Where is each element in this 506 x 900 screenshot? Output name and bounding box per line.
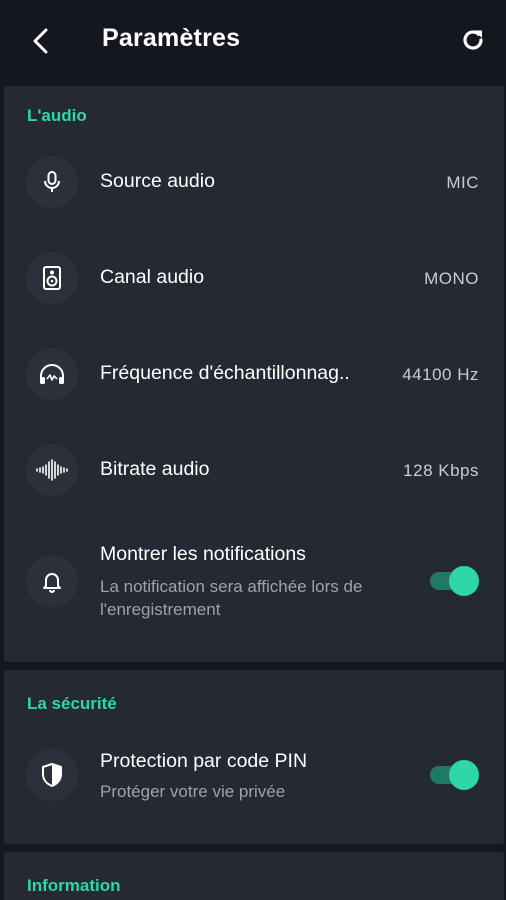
setting-label: Source audio: [100, 170, 215, 192]
headphones-icon: [26, 348, 78, 400]
setting-value: MIC: [446, 173, 479, 192]
pin-protection-toggle[interactable]: [430, 760, 479, 790]
setting-description: La notification sera affichée lors de: [100, 577, 363, 596]
information-section: Information: [4, 852, 504, 900]
setting-label: Bitrate audio: [100, 458, 210, 480]
speaker-icon: [26, 252, 78, 304]
setting-label: Canal audio: [100, 266, 205, 288]
shield-icon: [26, 749, 78, 801]
setting-row-pin-protection[interactable]: Protection par code PIN Protéger votre v…: [4, 748, 504, 804]
setting-description: Protéger votre vie privée: [100, 782, 286, 801]
section-title-audio: L'audio: [27, 106, 87, 125]
bell-icon: [26, 555, 78, 607]
security-section: La sécurité Protection par code PIN Prot…: [4, 670, 504, 844]
section-title-security: La sécurité: [27, 694, 117, 713]
setting-value: 44100 Hz: [402, 365, 479, 384]
setting-row-notifications[interactable]: Montrer les notifications La notificatio…: [4, 541, 504, 621]
setting-row-audio-source[interactable]: Source audio MIC: [4, 156, 504, 208]
setting-description: l'enregistrement: [100, 600, 221, 619]
waveform-icon: [26, 444, 78, 496]
refresh-button[interactable]: [455, 22, 491, 58]
audio-section: L'audio Source audio MIC Canal audio MON…: [4, 86, 504, 662]
page-title: Paramètres: [102, 24, 241, 52]
setting-value: MONO: [424, 269, 479, 288]
setting-label: Fréquence d'échantillonnag..: [100, 362, 350, 384]
microphone-icon: [26, 156, 78, 208]
toggle-knob: [449, 566, 479, 596]
toggle-knob: [449, 760, 479, 790]
setting-row-sample-rate[interactable]: Fréquence d'échantillonnag.. 44100 Hz: [4, 348, 504, 400]
back-button[interactable]: [22, 22, 60, 60]
setting-row-bitrate[interactable]: Bitrate audio 128 Kbps: [4, 444, 504, 496]
setting-row-audio-channel[interactable]: Canal audio MONO: [4, 252, 504, 304]
chevron-left-icon: [33, 28, 48, 54]
setting-value: 128 Kbps: [403, 461, 479, 480]
top-app-bar: Paramètres: [0, 0, 506, 82]
setting-label: Protection par code PIN: [100, 750, 308, 772]
notifications-toggle[interactable]: [430, 566, 479, 596]
section-title-information: Information: [27, 876, 121, 895]
refresh-icon: [463, 30, 483, 50]
setting-label: Montrer les notifications: [100, 543, 306, 565]
